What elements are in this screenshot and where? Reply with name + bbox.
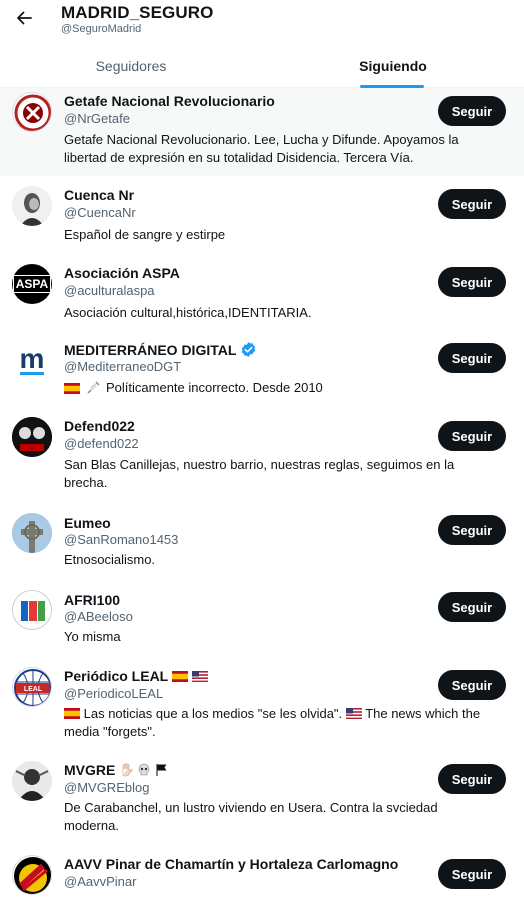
avatar[interactable]: [12, 513, 52, 553]
account-name[interactable]: MVGRE: [64, 762, 169, 778]
account-bio: Español de sangre y estirpe: [64, 227, 226, 242]
account-bio: Getafe Nacional Revolucionario. Lee, Luc…: [64, 132, 459, 165]
account-name[interactable]: AAVV Pinar de Chamartín y Hortaleza Carl…: [64, 856, 398, 872]
list-item[interactable]: Defend022 @defend022 San Blas Canillejas…: [0, 414, 524, 510]
account-name[interactable]: Periódico LEAL: [64, 668, 209, 684]
avatar[interactable]: LEAL: [12, 667, 52, 707]
tab-siguiendo[interactable]: Siguiendo: [262, 44, 524, 88]
account-handle: @SanRomano1453: [64, 532, 179, 547]
spain-flag-icon: [172, 670, 189, 682]
list-item[interactable]: MVGRE @MVGREblog De Carabanchel, un lust…: [0, 758, 524, 852]
follow-button[interactable]: Seguir: [438, 189, 506, 219]
account-bio-text: Políticamente incorrecto. Desde 2010: [106, 380, 323, 395]
account-handle: @defend022: [64, 436, 139, 451]
account-handle: @NrGetafe: [64, 111, 130, 126]
back-arrow-icon[interactable]: [12, 6, 36, 30]
follow-button[interactable]: Seguir: [438, 267, 506, 297]
page-title: MADRID_SEGURO: [61, 3, 214, 22]
account-bio: Asociación cultural,histórica,IDENTITARI…: [64, 305, 312, 320]
tab-seguidores[interactable]: Seguidores: [0, 44, 262, 88]
account-bio: Las noticias que a los medios "se les ol…: [64, 705, 494, 741]
avatar[interactable]: [12, 92, 52, 132]
avatar[interactable]: [12, 761, 52, 801]
account-name[interactable]: Eumeo: [64, 515, 111, 531]
account-bio: Etnosocialismo.: [64, 552, 156, 567]
follow-button[interactable]: Seguir: [438, 96, 506, 126]
spain-flag-icon: [64, 382, 80, 394]
syringe-icon: [87, 381, 100, 394]
avatar[interactable]: [12, 186, 52, 226]
list-item[interactable]: AFRI100 @ABeeloso Yo misma Seguir: [0, 587, 524, 664]
leal-logo-text: LEAL: [24, 686, 43, 693]
list-item[interactable]: Cuenca Nr @CuencaNr Español de sangre y …: [0, 176, 524, 256]
list-item[interactable]: Eumeo @SanRomano1453 Etnosocialismo. Seg…: [0, 510, 524, 587]
page-handle: @SeguroMadrid: [61, 23, 142, 35]
raised-hand-icon: [123, 763, 133, 777]
account-name[interactable]: Defend022: [64, 418, 135, 434]
follow-button[interactable]: Seguir: [438, 764, 506, 794]
account-name-text: MEDITERRÁNEO DIGITAL: [64, 341, 237, 358]
avatar[interactable]: [12, 855, 52, 895]
account-handle: @CuencaNr: [64, 205, 136, 220]
aspa-logo-text: ASPA: [12, 275, 52, 293]
skull-icon: [139, 763, 150, 776]
follow-button[interactable]: Seguir: [438, 343, 506, 373]
account-name[interactable]: Cuenca Nr: [64, 187, 134, 203]
account-handle: @AavvPinar: [64, 874, 137, 889]
list-item[interactable]: Getafe Nacional Revolucionario @NrGetafe…: [0, 88, 524, 176]
spain-flag-icon: [64, 708, 80, 719]
account-name[interactable]: Getafe Nacional Revolucionario: [64, 93, 275, 109]
avatar[interactable]: [12, 417, 52, 457]
account-bio: Políticamente incorrecto. Desde 2010: [64, 379, 494, 397]
account-handle: @aculturalaspa: [64, 283, 155, 298]
avatar[interactable]: ASPA: [12, 264, 52, 304]
avatar[interactable]: m: [12, 341, 52, 381]
account-name-text: Periódico LEAL: [64, 668, 169, 684]
account-handle: @PeriodicoLEAL: [64, 686, 164, 701]
account-name[interactable]: AFRI100: [64, 592, 120, 608]
mediterraneo-logo-text: m: [19, 343, 45, 374]
follow-button[interactable]: Seguir: [438, 515, 506, 545]
list-item[interactable]: m MEDITERRÁNEO DIGITAL @MediterraneoDGT …: [0, 336, 524, 414]
list-item[interactable]: AAVV Pinar de Chamartín y Hortaleza Carl…: [0, 852, 524, 900]
follow-button[interactable]: Seguir: [438, 670, 506, 700]
verified-badge-icon: [240, 341, 257, 358]
account-handle: @MediterraneoDGT: [64, 359, 182, 374]
usa-flag-icon: [192, 670, 209, 682]
account-bio-es: Las noticias que a los medios "se les ol…: [83, 706, 343, 721]
account-name-text: MVGRE: [64, 762, 116, 778]
tab-bar: Seguidores Siguiendo: [0, 44, 524, 88]
black-flag-icon: [156, 764, 167, 776]
account-name[interactable]: MEDITERRÁNEO DIGITAL: [64, 341, 257, 358]
account-handle: @ABeeloso: [64, 609, 133, 624]
account-bio: De Carabanchel, un lustro viviendo en Us…: [64, 800, 438, 833]
follow-button[interactable]: Seguir: [438, 421, 506, 451]
account-handle: @MVGREblog: [64, 780, 150, 795]
profile-header: MADRID_SEGURO @SeguroMadrid: [0, 0, 524, 44]
account-name[interactable]: Asociación ASPA: [64, 265, 180, 281]
logo-underline: [20, 372, 44, 375]
follow-button[interactable]: Seguir: [438, 592, 506, 622]
account-bio: San Blas Canillejas, nuestro barrio, nue…: [64, 457, 455, 490]
follow-button[interactable]: Seguir: [438, 859, 506, 889]
usa-flag-icon: [345, 708, 362, 719]
avatar[interactable]: [12, 590, 52, 630]
list-item[interactable]: LEAL Periódico LEAL @PeriodicoLEAL Las n…: [0, 664, 524, 758]
list-item[interactable]: ASPA Asociación ASPA @aculturalaspa Asoc…: [0, 256, 524, 336]
account-bio: Yo misma: [64, 629, 121, 644]
